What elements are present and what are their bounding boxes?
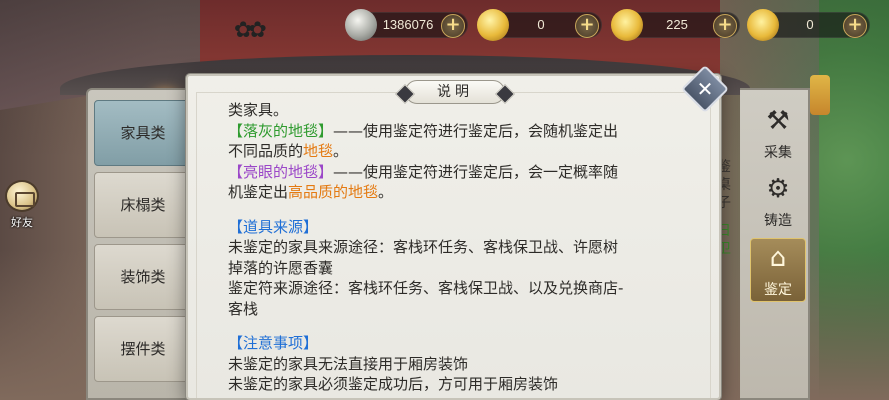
add-gold-coin-button[interactable]: +	[575, 14, 599, 38]
appraise-icon: ⌂	[769, 243, 787, 273]
appraise-button[interactable]: ⌂ 鉴定	[750, 238, 806, 302]
dialog-line: 【道具来源】	[228, 217, 698, 238]
dialog-line: 掉落的许愿香囊	[228, 258, 698, 279]
dialog-line: 客栈	[228, 299, 698, 320]
category-tab-ornaments[interactable]: 摆件类	[94, 316, 192, 382]
dialog-line: 【落灰的地毯】——使用鉴定符进行鉴定后，会随机鉴定出	[228, 121, 698, 142]
resource-gold-ingot-stack: 0 +	[747, 9, 870, 41]
add-gold-ingot-button[interactable]: +	[713, 14, 737, 38]
friends-label: 好友	[11, 216, 33, 229]
dialog-line: 【注意事项】	[228, 333, 698, 354]
dialog-text-segment: 未鉴定的家具必须鉴定成功后，方可用于厢房装饰	[228, 375, 559, 393]
add-gold-ingot-stack-button[interactable]: +	[843, 14, 867, 38]
help-dialog: 说明 ✕ 类家具。 【落灰的地毯】——使用鉴定符进行鉴定后，会随机鉴定出 不同品质的…	[186, 64, 730, 400]
mail-icon	[5, 180, 39, 212]
gold-ingot-stack-icon	[747, 9, 779, 41]
dialog-text-segment: 客栈	[228, 299, 259, 318]
category-tab-beds[interactable]: 床榻类	[94, 172, 192, 238]
dialog-body-text: 类家具。 【落灰的地毯】——使用鉴定符进行鉴定后，会随机鉴定出 不同品质的地毯。 【亮…	[228, 100, 698, 395]
resource-gold-ingot: 225 +	[611, 9, 740, 41]
action-panel: ⚒ 采集 ⚙ 铸造 ⌂ 鉴定	[740, 88, 810, 400]
dialog-text-segment: ——使用鉴定符进行鉴定后，会一定概率随	[333, 162, 619, 181]
dialog-text-segment: 。	[378, 183, 394, 201]
resource-silver: 1386076 +	[345, 9, 468, 41]
dialog-text-segment: 未鉴定的家具来源途径：客栈环任务、客栈保卫战、许愿树	[228, 238, 619, 256]
gold-coin-icon	[477, 9, 509, 41]
dialog-line: 未鉴定的家具必须鉴定成功后，方可用于厢房装饰	[228, 374, 698, 395]
dialog-text-segment: ——使用鉴定符进行鉴定后，会随机鉴定出	[333, 121, 619, 140]
dialog-text-segment: 【落灰的地毯】	[228, 121, 334, 140]
category-tab-furniture[interactable]: 家具类	[94, 100, 192, 166]
silver-coin-icon	[345, 9, 377, 41]
dialog-line: 机鉴定出高品质的地毯。	[228, 182, 698, 203]
dialog-line: 不同品质的地毯。	[228, 141, 698, 162]
resource-bar: 1386076 + 0 + 225 + 0 +	[0, 9, 889, 41]
resource-value: 0	[806, 17, 814, 32]
dialog-text-segment: 【注意事项】	[228, 334, 319, 352]
friends-button[interactable]: 好友	[2, 180, 42, 236]
dialog-text-segment: 高品质的地毯	[288, 183, 379, 201]
gold-ingot-icon	[611, 9, 643, 41]
resource-value: 0	[537, 17, 545, 32]
dialog-text-segment: 不同品质的	[228, 142, 304, 160]
dialog-text-segment: 。	[333, 142, 349, 160]
add-silver-button[interactable]: +	[441, 14, 465, 38]
dialog-line: 未鉴定的家具来源途径：客栈环任务、客栈保卫战、许愿树	[228, 237, 698, 258]
resource-gold-coin: 0 +	[477, 9, 602, 41]
dialog-text-segment: 未鉴定的家具无法直接用于厢房装饰	[228, 354, 469, 373]
anvil-icon: ⚙	[766, 174, 790, 204]
dialog-text-segment: 类家具。	[228, 101, 289, 119]
hanging-tassel-icon	[810, 75, 830, 115]
dialog-line: 未鉴定的家具无法直接用于厢房装饰	[228, 354, 698, 375]
dialog-text-segment: 鉴定符来源途径：客栈环任务、客栈保卫战、以及兑换商店-	[228, 279, 624, 297]
dialog-text-segment: 【亮眼的地毯】	[228, 162, 334, 181]
resource-value: 225	[666, 17, 688, 32]
action-label: 鉴定	[764, 282, 792, 298]
pickaxe-icon: ⚒	[766, 106, 790, 136]
category-panel: 家具类 床榻类 装饰类 摆件类	[86, 88, 192, 400]
action-label: 采集	[764, 145, 792, 161]
dialog-line: 类家具。	[228, 100, 698, 121]
action-label: 铸造	[764, 213, 792, 229]
dialog-text-segment: 【道具来源】	[228, 217, 319, 236]
dialog-text-segment: 掉落的许愿香囊	[228, 258, 334, 277]
dialog-text-segment: 机鉴定出	[228, 183, 289, 201]
dialog-line: 鉴定符来源途径：客栈环任务、客栈保卫战、以及兑换商店-	[228, 278, 698, 299]
dialog-text-segment: 地毯	[303, 142, 334, 160]
forge-button[interactable]: ⚙ 铸造	[750, 170, 806, 234]
gather-button[interactable]: ⚒ 采集	[750, 102, 806, 166]
resource-value: 1386076	[382, 17, 434, 32]
category-tab-decorations[interactable]: 装饰类	[94, 244, 192, 310]
dialog-line: 【亮眼的地毯】——使用鉴定符进行鉴定后，会一定概率随	[228, 162, 698, 183]
